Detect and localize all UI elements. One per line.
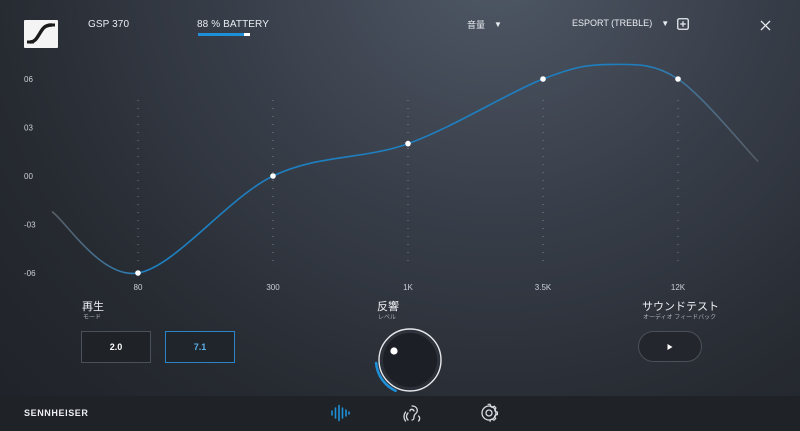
eq-band-handle-3-5k[interactable] xyxy=(540,76,546,82)
eq-control-points[interactable] xyxy=(135,76,681,276)
equalizer-icon xyxy=(331,404,350,422)
app-window: GSP 370 88 % BATTERY 音量 ▼ ESPORT (TREBLE… xyxy=(0,0,800,431)
eq-band-handle-1k[interactable] xyxy=(405,140,411,147)
nav-settings[interactable] xyxy=(479,403,499,423)
mode-7-1-button[interactable]: 7.1 xyxy=(165,331,235,363)
eq-band-handle-12k[interactable] xyxy=(675,76,681,82)
sound-test-subtitle: オーディオ フィードバック xyxy=(643,315,717,321)
eq-curve xyxy=(51,63,759,275)
y-tick-label: -06 xyxy=(24,269,36,278)
play-icon xyxy=(667,343,673,350)
x-tick-label: 3.5K xyxy=(535,283,552,292)
eq-y-axis: 06 03 00 -03 -06 xyxy=(24,75,36,278)
y-tick-label: 03 xyxy=(24,124,33,133)
knob-indicator xyxy=(390,347,398,355)
equalizer-graph[interactable]: 06 03 00 -03 -06 80 300 1K 3.5K 12K xyxy=(0,0,800,300)
surround-icon xyxy=(403,405,421,422)
mode-2-0-button[interactable]: 2.0 xyxy=(81,331,151,363)
brand-wordmark: SENNHEISER xyxy=(24,408,89,418)
settings-icon xyxy=(481,403,499,422)
reverb-subtitle: レベル xyxy=(378,315,397,321)
sound-test-play-button[interactable] xyxy=(638,331,702,362)
y-tick-label: 06 xyxy=(24,75,33,84)
eq-band-handle-80[interactable] xyxy=(135,270,141,276)
nav-surround[interactable] xyxy=(403,403,423,423)
knob-body xyxy=(383,333,437,387)
x-tick-label: 1K xyxy=(403,283,413,292)
reverb-knob[interactable] xyxy=(370,322,448,396)
playback-subtitle: モード xyxy=(83,315,102,321)
x-tick-label: 300 xyxy=(266,283,280,292)
eq-band-handle-300[interactable] xyxy=(270,173,276,179)
x-tick-label: 80 xyxy=(134,283,143,292)
x-tick-label: 12K xyxy=(671,283,686,292)
eq-x-axis: 80 300 1K 3.5K 12K xyxy=(134,283,686,292)
bottom-nav-bar xyxy=(0,396,800,431)
nav-equalizer[interactable] xyxy=(330,403,350,423)
y-tick-label: -03 xyxy=(24,221,36,230)
y-tick-label: 00 xyxy=(24,172,33,181)
eq-gridlines xyxy=(137,100,679,262)
